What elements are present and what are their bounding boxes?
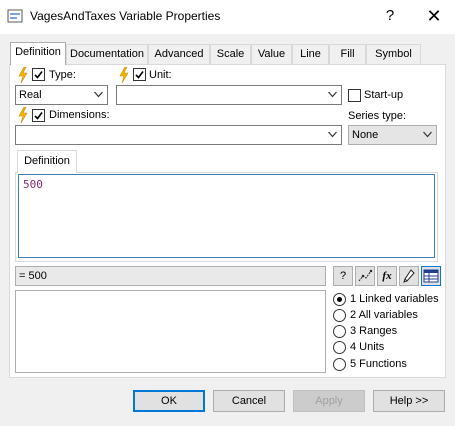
help-button[interactable]: Help >>	[373, 390, 445, 412]
tab-line[interactable]: Line	[292, 44, 329, 64]
lightning-icon	[18, 66, 28, 84]
table-icon[interactable]	[421, 266, 441, 286]
radio-label: 4 Units	[350, 341, 385, 353]
close-button[interactable]: ✕	[421, 5, 447, 27]
dimensions-checkbox[interactable]	[32, 109, 45, 122]
definition-subtab[interactable]: Definition	[17, 150, 77, 173]
graph-icon[interactable]	[355, 266, 375, 286]
tab-fill[interactable]: Fill	[329, 44, 366, 64]
radio-ranges[interactable]	[333, 325, 346, 338]
unit-label: Unit:	[149, 69, 172, 81]
series-type-dropdown[interactable]: None	[348, 125, 437, 145]
startup-label: Start-up	[364, 89, 404, 101]
variables-list[interactable]	[15, 290, 326, 373]
chevron-down-icon	[328, 131, 337, 138]
type-label: Type:	[49, 69, 76, 81]
type-value: Real	[19, 89, 42, 101]
chevron-down-icon	[94, 91, 103, 98]
window-title: VagesAndTaxes Variable Properties	[30, 9, 221, 23]
cancel-button[interactable]: Cancel	[213, 390, 285, 412]
pencil-icon[interactable]	[399, 266, 419, 286]
tab-advanced[interactable]: Advanced	[148, 44, 210, 64]
tab-scale[interactable]: Scale	[210, 44, 251, 64]
series-type-value: None	[352, 129, 379, 141]
unit-dropdown[interactable]	[116, 85, 342, 105]
type-checkbox[interactable]	[32, 68, 45, 81]
series-type-label: Series type:	[348, 110, 407, 122]
radio-functions[interactable]	[333, 358, 346, 371]
ok-button[interactable]: OK	[133, 390, 205, 412]
radio-all-variables[interactable]	[333, 309, 346, 322]
radio-units[interactable]	[333, 341, 346, 354]
dimensions-dropdown[interactable]	[15, 125, 342, 145]
tab-definition[interactable]: Definition	[10, 42, 66, 65]
apply-button[interactable]: Apply	[293, 390, 365, 412]
chevron-down-icon	[423, 131, 432, 138]
title-bar: VagesAndTaxes Variable Properties ? ✕	[0, 0, 455, 34]
radio-label: 1 Linked variables	[350, 293, 439, 305]
dimensions-label: Dimensions:	[49, 109, 110, 121]
radio-label: 2 All variables	[350, 309, 418, 321]
tab-value[interactable]: Value	[251, 44, 292, 64]
type-dropdown[interactable]: Real	[15, 85, 108, 105]
radio-linked-variables[interactable]	[333, 293, 346, 306]
radio-label: 3 Ranges	[350, 325, 398, 337]
chevron-down-icon	[328, 91, 337, 98]
radio-label: 5 Functions	[350, 358, 407, 370]
definition-editor[interactable]: 500	[18, 174, 435, 258]
unit-checkbox[interactable]	[133, 68, 146, 81]
window-help-button[interactable]: ?	[377, 5, 403, 27]
help-icon[interactable]: ?	[333, 266, 353, 286]
tab-symbol[interactable]: Symbol	[366, 44, 421, 64]
app-icon	[7, 8, 23, 24]
result-field: = 500	[15, 266, 326, 286]
function-icon[interactable]: fx	[377, 266, 397, 286]
startup-checkbox[interactable]	[348, 89, 361, 102]
lightning-icon	[18, 106, 28, 124]
definition-text: 500	[23, 178, 43, 191]
tab-documentation[interactable]: Documentation	[66, 44, 148, 64]
lightning-icon	[119, 66, 129, 84]
